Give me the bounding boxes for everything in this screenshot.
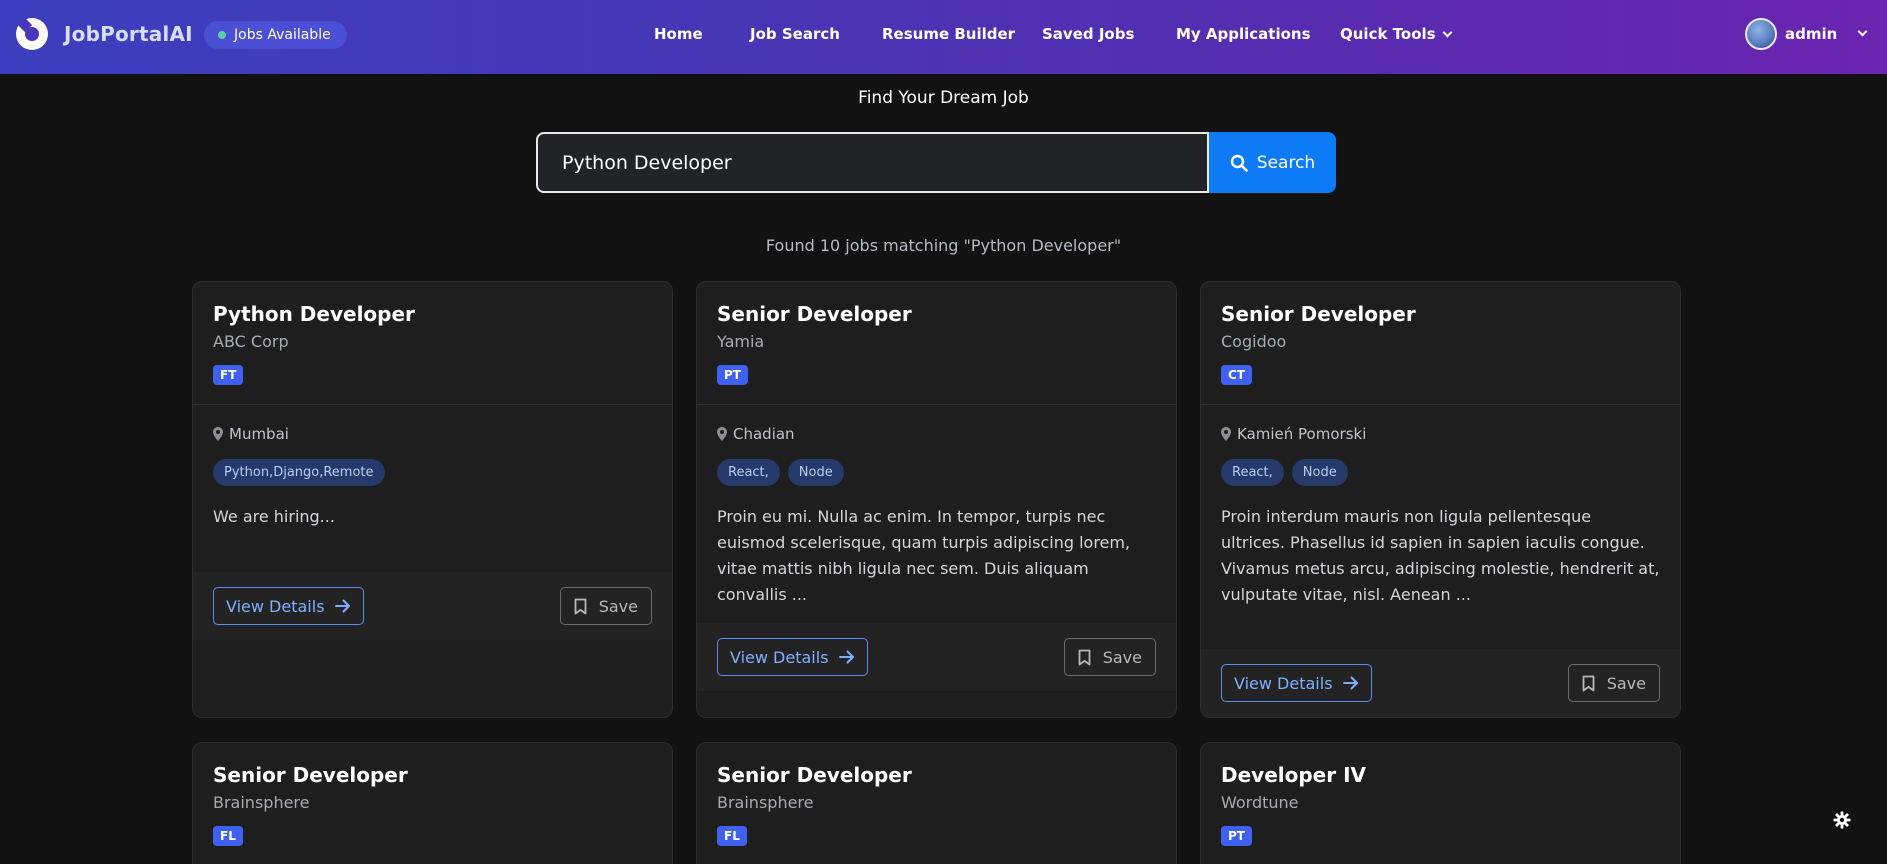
job-title[interactable]: Senior Developer [717,302,1156,326]
nav-resume-builder[interactable]: Resume Builder [882,25,1015,43]
job-card-footer: View Details Save [193,572,672,640]
job-card-body: Mumbai Python,Django,Remote We are hirin… [193,405,672,530]
arrow-right-icon [838,650,854,664]
skill-tags: React, Node [1221,459,1660,486]
skill-tags: Python,Django,Remote [213,459,652,486]
arrow-right-icon [334,599,350,613]
nav-quick-tools-label: Quick Tools [1340,25,1436,43]
save-label: Save [1102,647,1142,667]
search-input[interactable] [536,132,1209,193]
skill-tag: Python,Django,Remote [213,459,385,486]
search-button[interactable]: Search [1209,132,1336,193]
job-card-header: Senior Developer Yamia PT [697,282,1176,405]
job-location: Mumbai [213,425,652,443]
skill-tag: React, [717,459,780,486]
job-type-badge: FL [717,826,747,846]
job-type-badge: PT [1221,826,1252,846]
job-card-footer: View Details Save [697,623,1176,691]
save-job-button[interactable]: Save [1063,638,1156,676]
skill-tags: React, Node [717,459,1156,486]
job-card-header: Developer IV Wordtune PT [1201,743,1680,864]
map-marker-icon [1221,427,1231,441]
job-company: Cogidoo [1221,332,1287,351]
nav-quick-tools[interactable]: Quick Tools [1340,25,1453,43]
results-count: Found 10 jobs matching "Python Developer… [765,236,1122,255]
job-type-badge: CT [1221,365,1252,385]
user-name: admin [1785,25,1838,43]
save-label: Save [598,596,638,616]
view-details-label: View Details [1234,673,1333,693]
job-description: Proin interdum mauris non ligula pellent… [1221,507,1660,604]
bookmark-icon [574,598,587,614]
top-navbar: JobPortalAI Jobs Available Home Job Sear… [0,0,1887,74]
job-card-footer: View Details Save [1201,649,1680,717]
job-card: Senior Developer Cogidoo CT Kamień Pomor… [1200,281,1681,718]
job-type-badge: PT [717,365,748,385]
job-card-header: Senior Developer Cogidoo CT [1201,282,1680,405]
search-bar: Search [536,132,1336,193]
nav-saved-jobs[interactable]: Saved Jobs [1042,25,1134,43]
nav-home[interactable]: Home [654,25,703,43]
job-card-header: Senior Developer Brainsphere FL [193,743,672,864]
job-location-label: Mumbai [229,425,289,443]
job-description: We are hiring... [213,507,335,526]
page-title: Find Your Dream Job [858,88,1029,108]
view-details-label: View Details [730,647,829,667]
job-card: Senior Developer Yamia PT Chadian React,… [696,281,1177,718]
job-card: Python Developer ABC Corp FT Mumbai Pyth… [192,281,673,718]
job-company: Wordtune [1221,793,1299,812]
nav-links: Home Job Search Resume Builder Saved Job… [0,0,1887,74]
avatar [1745,18,1777,50]
bookmark-icon [1078,649,1091,665]
job-title[interactable]: Developer IV [1221,763,1660,787]
job-location: Chadian [717,425,1156,443]
skill-tag: Node [1291,459,1348,486]
search-button-label: Search [1256,152,1316,173]
job-company: Yamia [717,332,765,351]
search-icon [1230,154,1248,172]
save-job-button[interactable]: Save [1567,664,1660,702]
job-description: Proin eu mi. Nulla ac enim. In tempor, t… [717,507,1131,604]
theme-toggle-button[interactable] [1822,800,1862,840]
job-title[interactable]: Senior Developer [213,763,652,787]
job-type-badge: FL [213,826,243,846]
job-card-body: Chadian React, Node Proin eu mi. Nulla a… [697,405,1176,608]
job-title[interactable]: Python Developer [213,302,652,326]
save-job-button[interactable]: Save [559,587,652,625]
job-company: ABC Corp [213,332,289,351]
job-location-label: Kamień Pomorski [1237,425,1367,443]
job-title[interactable]: Senior Developer [1221,302,1660,326]
job-company: Brainsphere [717,793,814,812]
save-label: Save [1606,673,1646,693]
skill-tag: Node [787,459,844,486]
nav-job-search[interactable]: Job Search [750,25,840,43]
skill-tag: React, [1221,459,1284,486]
gear-icon [1833,811,1851,829]
view-details-button[interactable]: View Details [1221,664,1372,702]
map-marker-icon [213,427,223,441]
view-details-label: View Details [226,596,325,616]
nav-my-applications[interactable]: My Applications [1176,25,1311,43]
view-details-button[interactable]: View Details [717,638,868,676]
chevron-down-icon [1857,26,1868,36]
view-details-button[interactable]: View Details [213,587,364,625]
job-card-header: Python Developer ABC Corp FT [193,282,672,405]
arrow-right-icon [1342,676,1358,690]
bookmark-icon [1582,675,1595,691]
job-location-label: Chadian [733,425,795,443]
job-card: Senior Developer Brainsphere FL [696,742,1177,864]
user-menu[interactable]: admin [1745,18,1868,50]
job-card-body: Kamień Pomorski React, Node Proin interd… [1201,405,1680,608]
job-card: Senior Developer Brainsphere FL [192,742,673,864]
chevron-down-icon [1442,27,1453,38]
map-marker-icon [717,427,727,441]
job-card-header: Senior Developer Brainsphere FL [697,743,1176,864]
job-location: Kamień Pomorski [1221,425,1660,443]
job-type-badge: FT [213,365,244,385]
job-company: Brainsphere [213,793,310,812]
job-card: Developer IV Wordtune PT [1200,742,1681,864]
job-title[interactable]: Senior Developer [717,763,1156,787]
